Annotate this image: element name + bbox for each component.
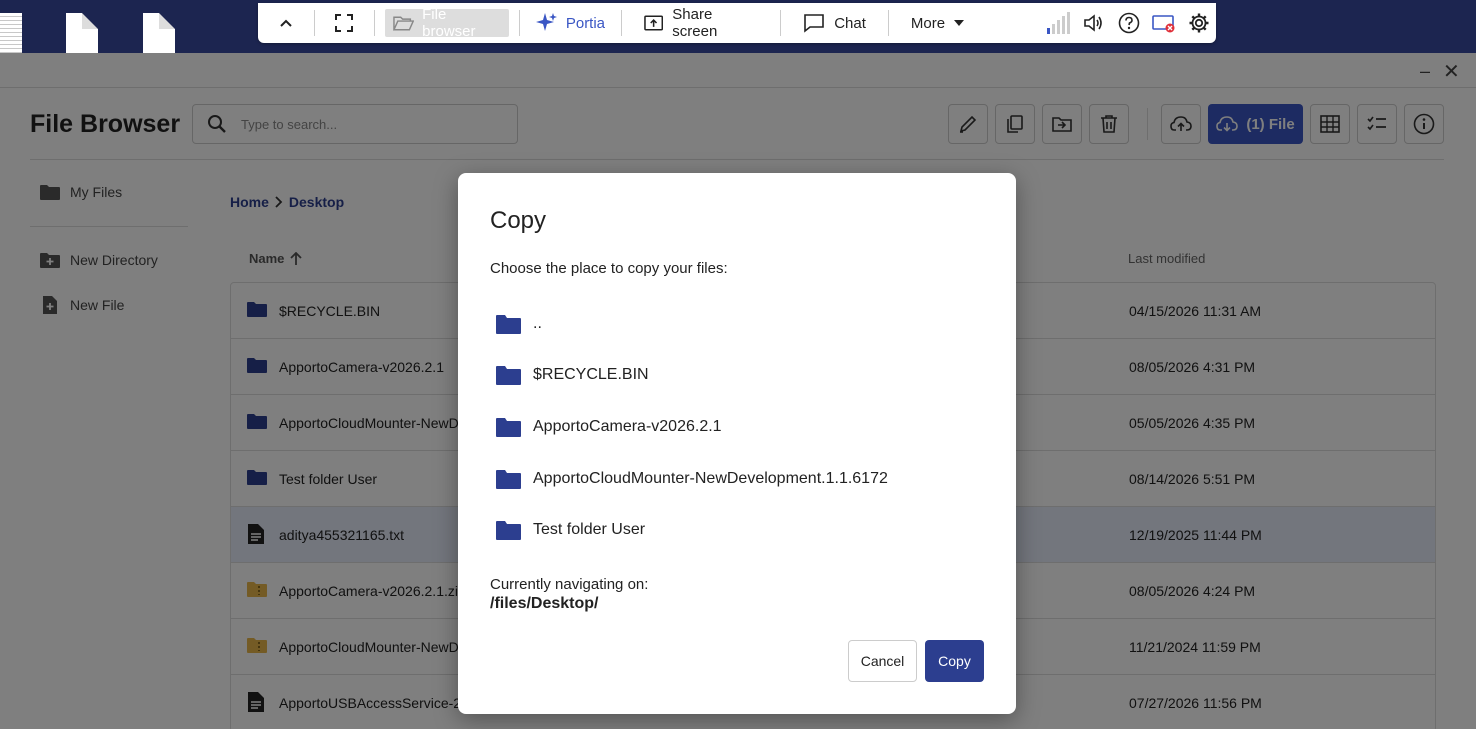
- cancel-button[interactable]: Cancel: [848, 640, 917, 682]
- destination-folder[interactable]: Test folder User: [496, 510, 986, 550]
- destination-label: ApportoCloudMounter-NewDevelopment.1.1.6…: [533, 470, 888, 487]
- caret-down-icon: [954, 20, 965, 26]
- signal-bars-icon: [1047, 12, 1071, 34]
- destination-label: Test folder User: [533, 521, 646, 538]
- camera-disabled-icon: [1152, 15, 1175, 33]
- connection-quality-indicator[interactable]: [1042, 3, 1077, 43]
- folder-icon: [496, 470, 521, 489]
- share-screen-icon: [644, 15, 664, 31]
- fullscreen-icon: [335, 14, 354, 32]
- fullscreen-button[interactable]: [315, 3, 374, 43]
- chevron-up-icon: [280, 19, 292, 27]
- destination-label: ApportoCamera-v2026.2.1: [533, 418, 722, 435]
- folder-icon: [496, 366, 521, 385]
- chat-icon: [804, 14, 825, 33]
- portia-label: Portia: [565, 14, 606, 32]
- sparkle-icon: [535, 13, 557, 31]
- more-menu-button[interactable]: More: [889, 3, 986, 43]
- file-browser-label: File browser: [422, 6, 476, 40]
- navigating-path: /files/Desktop/: [490, 595, 599, 612]
- share-screen-label: Share screen: [672, 6, 718, 40]
- navigating-label: Currently navigating on:: [490, 576, 649, 593]
- destination-label: ..: [533, 315, 542, 332]
- destination-folder[interactable]: $RECYCLE.BIN: [496, 355, 986, 395]
- camera-off-button[interactable]: [1146, 3, 1181, 43]
- destination-parent-directory[interactable]: ..: [496, 304, 986, 344]
- collapse-toolbar-button[interactable]: [258, 3, 314, 43]
- portia-button[interactable]: Portia: [520, 3, 621, 43]
- dialog-title: Copy: [490, 207, 547, 234]
- dialog-subtitle: Choose the place to copy your files:: [490, 260, 728, 277]
- share-screen-button[interactable]: Share screen: [622, 3, 780, 43]
- audio-button[interactable]: [1077, 3, 1112, 43]
- help-icon: [1118, 12, 1140, 34]
- copy-dialog: Copy Choose the place to copy your files…: [458, 173, 1016, 714]
- settings-button[interactable]: [1181, 3, 1216, 43]
- folder-icon: [496, 521, 521, 540]
- chat-button[interactable]: Chat: [781, 3, 888, 43]
- desktop-file-icon[interactable]: [66, 13, 98, 53]
- file-browser-button[interactable]: File browser: [384, 6, 509, 40]
- folder-icon: [496, 315, 521, 334]
- session-toolbar: File browser Portia Share screen Chat Mo…: [258, 3, 1216, 43]
- chat-label: Chat: [834, 14, 866, 32]
- toolbar-divider: [373, 10, 375, 36]
- speaker-icon: [1084, 14, 1103, 32]
- help-button[interactable]: [1112, 3, 1147, 43]
- desktop-file-icon[interactable]: [0, 13, 22, 53]
- destination-folder[interactable]: ApportoCamera-v2026.2.1: [496, 407, 986, 447]
- gear-icon: [1189, 13, 1209, 33]
- destination-folder[interactable]: ApportoCloudMounter-NewDevelopment.1.1.6…: [496, 459, 986, 499]
- more-label: More: [910, 14, 946, 32]
- destination-label: $RECYCLE.BIN: [533, 366, 649, 383]
- confirm-copy-button[interactable]: Copy: [925, 640, 984, 682]
- folder-open-icon: [392, 16, 415, 31]
- folder-icon: [496, 418, 521, 437]
- desktop-file-icon[interactable]: [143, 13, 175, 53]
